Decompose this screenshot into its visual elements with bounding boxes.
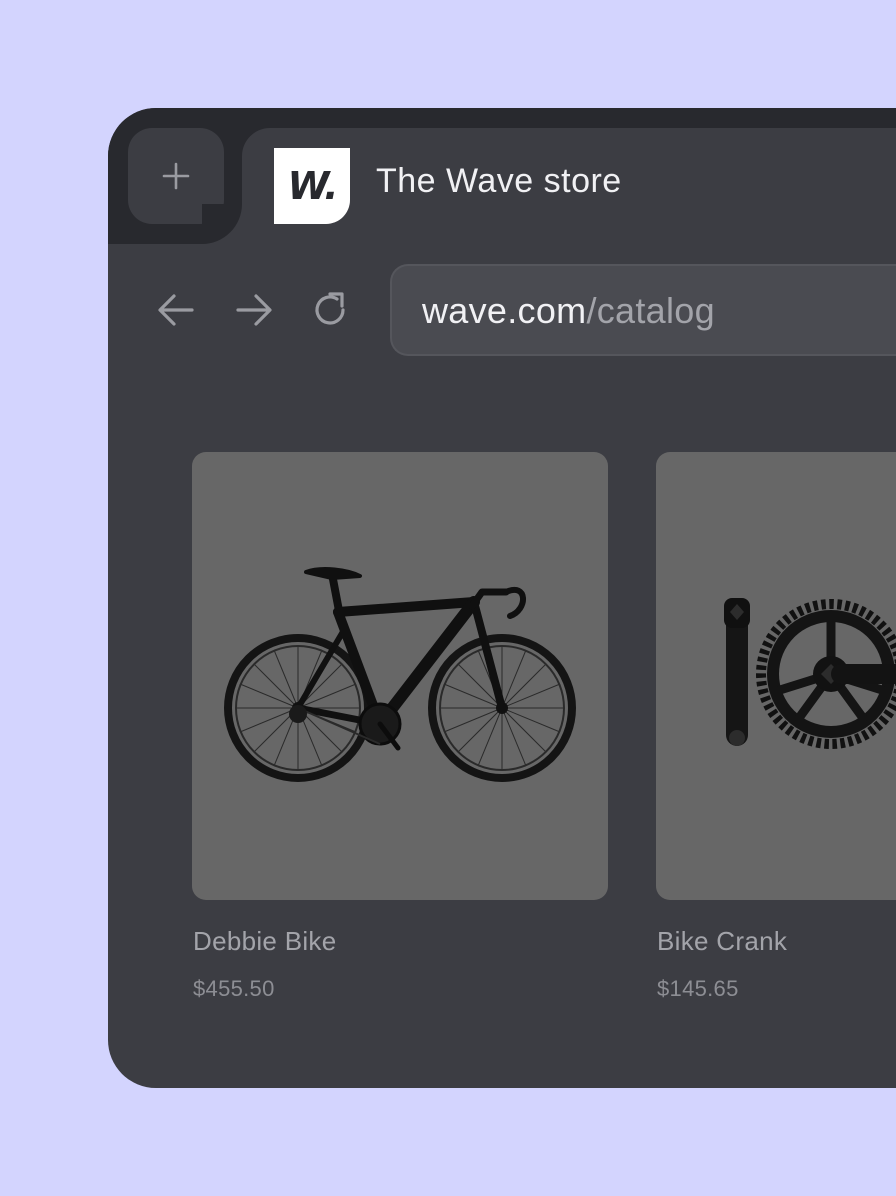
plus-icon <box>162 162 190 190</box>
product-image[interactable] <box>192 452 608 900</box>
url-domain: wave.com <box>422 290 587 331</box>
product-price: $455.50 <box>193 976 275 1001</box>
tab-title: The Wave store <box>376 162 622 200</box>
road-bike-image <box>224 567 576 782</box>
product-name[interactable]: Debbie Bike <box>193 926 337 957</box>
product-price: $145.65 <box>657 976 739 1001</box>
tab-corner <box>202 204 242 244</box>
product-card[interactable]: Bike Crank $145.65 <box>656 452 896 1001</box>
bike-crank-image <box>724 598 896 749</box>
reload-icon <box>315 292 345 325</box>
product-name[interactable]: Bike Crank <box>657 926 787 957</box>
product-card[interactable]: Debbie Bike $455.50 <box>192 452 608 1001</box>
arrow-right-icon <box>236 294 272 326</box>
browser-window: W. The Wave store wave.com/catalog Debbi… <box>108 108 896 1088</box>
url-text: wave.com/catalog <box>422 290 715 332</box>
favicon-letter: W. <box>287 164 338 208</box>
wave-logo-icon: W. <box>274 148 350 224</box>
active-tab[interactable]: W. The Wave store <box>242 128 896 244</box>
address-bar[interactable]: wave.com/catalog <box>390 264 896 356</box>
back-button[interactable] <box>154 288 198 332</box>
reload-button[interactable] <box>308 288 352 332</box>
forward-button[interactable] <box>232 288 276 332</box>
product-image[interactable] <box>656 452 896 900</box>
arrow-left-icon <box>158 294 194 326</box>
url-path: /catalog <box>586 290 715 331</box>
